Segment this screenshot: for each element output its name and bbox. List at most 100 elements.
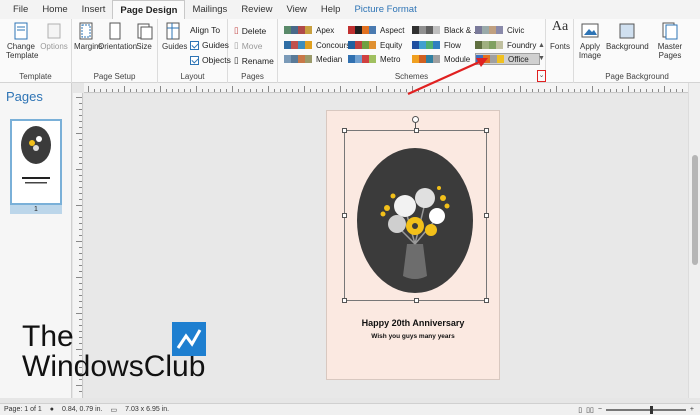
ruler-tick bbox=[508, 89, 509, 92]
zoom-control[interactable]: ▯ ▯▯ − + bbox=[578, 405, 700, 414]
tab-insert[interactable]: Insert bbox=[75, 0, 113, 19]
ruler-tick bbox=[79, 211, 82, 212]
ruler-tick bbox=[79, 187, 82, 188]
tab-view[interactable]: View bbox=[279, 0, 313, 19]
object-size-status: 7.03 x 6.95 in. bbox=[125, 406, 170, 413]
resize-handle-sw[interactable] bbox=[342, 298, 347, 303]
rotation-handle[interactable] bbox=[412, 116, 419, 123]
page-background-group: Apply Image Background Master Pages Page… bbox=[574, 19, 700, 83]
change-template-button[interactable]: Change Template bbox=[6, 22, 39, 60]
ruler-tick bbox=[280, 89, 281, 92]
tab-mailings[interactable]: Mailings bbox=[185, 0, 234, 19]
tab-home[interactable]: Home bbox=[35, 0, 74, 19]
schemes-scroll-up[interactable]: ▲ bbox=[537, 40, 546, 52]
ruler-tick bbox=[79, 247, 82, 248]
zoom-out-icon[interactable]: − bbox=[598, 406, 602, 413]
page-thumbnail[interactable] bbox=[10, 119, 62, 205]
delete-label: Delete bbox=[241, 25, 267, 36]
resize-handle-se[interactable] bbox=[484, 298, 489, 303]
apply-image-button[interactable]: Apply Image bbox=[576, 22, 604, 60]
single-page-view-icon[interactable]: ▯ bbox=[578, 406, 582, 414]
two-page-view-icon[interactable]: ▯▯ bbox=[586, 406, 594, 414]
menu-tabs: File Home Insert Page Design Mailings Re… bbox=[0, 0, 700, 19]
scheme-apex[interactable]: Apex bbox=[284, 24, 334, 36]
fonts-label: Fonts bbox=[549, 42, 570, 51]
ruler-tick bbox=[382, 89, 383, 92]
ruler-tick bbox=[76, 169, 82, 170]
schemes-more-button[interactable]: ⌄ bbox=[537, 70, 546, 82]
zoom-slider[interactable] bbox=[605, 405, 686, 414]
move-button[interactable]: ▯ Move bbox=[234, 40, 262, 51]
horizontal-ruler[interactable] bbox=[84, 83, 688, 93]
scheme-label: Civic bbox=[507, 25, 525, 35]
ruler-tick bbox=[532, 89, 533, 92]
ruler-tick bbox=[550, 89, 551, 92]
ruler-tick bbox=[166, 89, 167, 92]
ruler-tick bbox=[256, 89, 257, 92]
ruler-tick bbox=[76, 205, 82, 206]
ruler-tick bbox=[646, 89, 647, 92]
tab-file[interactable]: File bbox=[6, 0, 35, 19]
ruler-tick bbox=[376, 86, 377, 92]
align-to-dropdown[interactable]: Align To bbox=[190, 25, 220, 35]
margins-label: Margins bbox=[74, 42, 103, 51]
page-count-status: Page: 1 of 1 bbox=[4, 406, 42, 413]
objects-checkbox[interactable]: Objects bbox=[190, 55, 231, 65]
guides-checkbox[interactable]: Guides bbox=[190, 40, 229, 50]
ruler-tick bbox=[79, 391, 82, 392]
resize-handle-s[interactable] bbox=[414, 298, 419, 303]
resize-handle-w[interactable] bbox=[342, 213, 347, 218]
scheme-aspect[interactable]: Aspect bbox=[348, 24, 404, 36]
resize-handle-n[interactable] bbox=[414, 128, 419, 133]
options-button[interactable]: Options bbox=[40, 22, 68, 51]
resize-handle-ne[interactable] bbox=[484, 128, 489, 133]
master-pages-button[interactable]: Master Pages bbox=[652, 22, 688, 60]
ruler-tick bbox=[238, 89, 239, 92]
scheme-median[interactable]: Median bbox=[284, 53, 342, 65]
pages-group-label: Pages bbox=[241, 72, 264, 81]
pages-group: ▯ Delete ▯ Move ▯ Rename Pages bbox=[228, 19, 278, 83]
ruler-tick bbox=[148, 89, 149, 92]
tab-review[interactable]: Review bbox=[234, 0, 279, 19]
scheme-equity[interactable]: Equity bbox=[348, 39, 402, 51]
rename-button[interactable]: ▯ Rename bbox=[234, 55, 274, 66]
scheme-swatch bbox=[412, 26, 440, 34]
scheme-black[interactable]: Black & ... bbox=[412, 24, 480, 36]
ruler-tick bbox=[79, 157, 82, 158]
scheme-swatch bbox=[348, 55, 376, 63]
vertical-scrollbar[interactable] bbox=[688, 83, 700, 398]
margins-button[interactable]: Margins bbox=[74, 22, 103, 51]
ruler-tick bbox=[79, 229, 82, 230]
background-button[interactable]: Background bbox=[606, 22, 649, 51]
guides-label: Guides bbox=[162, 42, 188, 51]
page-setup-group-label: Page Setup bbox=[93, 72, 136, 81]
flower-bouquet-picture[interactable] bbox=[357, 148, 473, 293]
delete-button[interactable]: ▯ Delete bbox=[234, 25, 266, 36]
tab-page-design[interactable]: Page Design bbox=[112, 0, 186, 19]
zoom-slider-thumb[interactable] bbox=[649, 405, 653, 414]
scheme-civic[interactable]: Civic bbox=[475, 24, 524, 36]
resize-handle-e[interactable] bbox=[484, 213, 489, 218]
ruler-tick bbox=[244, 89, 245, 92]
tab-picture-format[interactable]: Picture Format bbox=[347, 0, 423, 19]
guides-button[interactable]: Guides bbox=[162, 22, 188, 51]
scheme-label: Apex bbox=[316, 25, 335, 35]
scheme-metro[interactable]: Metro bbox=[348, 53, 400, 65]
ruler-tick bbox=[394, 89, 395, 92]
ruler-tick bbox=[388, 89, 389, 92]
fonts-button[interactable]: Aa Fonts bbox=[548, 20, 572, 52]
schemes-scroll-down[interactable]: ▼ bbox=[537, 53, 546, 65]
card-subtitle[interactable]: Wish you guys many years bbox=[327, 333, 499, 340]
zoom-in-icon[interactable]: + bbox=[690, 406, 694, 413]
publication-page[interactable]: Happy 20th Anniversary Wish you guys man… bbox=[326, 110, 500, 380]
vertical-scroll-thumb[interactable] bbox=[692, 155, 698, 265]
card-title[interactable]: Happy 20th Anniversary bbox=[327, 318, 499, 328]
ruler-tick bbox=[184, 89, 185, 92]
resize-handle-nw[interactable] bbox=[342, 128, 347, 133]
change-template-label: Change Template bbox=[6, 42, 39, 60]
size-button[interactable]: Size bbox=[134, 22, 154, 51]
ruler-tick bbox=[79, 127, 82, 128]
scheme-concourse[interactable]: Concourse bbox=[284, 39, 355, 51]
tab-help[interactable]: Help bbox=[314, 0, 348, 19]
orientation-button[interactable]: Orientation bbox=[98, 22, 137, 51]
